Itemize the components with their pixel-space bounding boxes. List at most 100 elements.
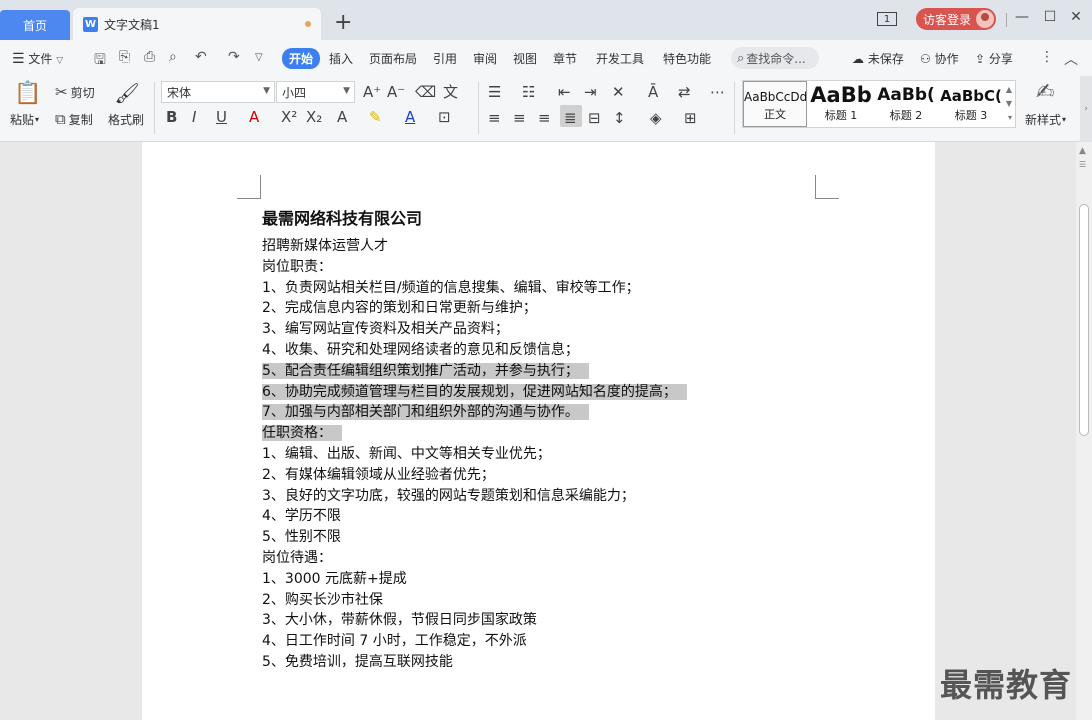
gallery-expand-icon[interactable]: ▾ xyxy=(1008,113,1012,122)
scroll-up-icon[interactable]: ▲ xyxy=(1006,85,1012,94)
align-right-icon[interactable]: ≡ xyxy=(538,109,551,127)
tab-home[interactable]: 首页 xyxy=(0,10,70,40)
visitor-login-label: 访客登录 xyxy=(923,12,972,27)
increase-indent-icon[interactable]: ⇥ xyxy=(584,83,597,101)
italic-icon[interactable]: I xyxy=(192,108,196,126)
menu-tab-start[interactable]: 开始 xyxy=(282,48,321,69)
doc-line: 招聘新媒体运营人才 xyxy=(262,238,388,254)
collaborate-label: 协作 xyxy=(934,52,959,66)
paste-button[interactable]: 粘贴 ▾ xyxy=(10,111,39,128)
new-style-icon[interactable]: ✍ xyxy=(1036,80,1054,105)
chinese-layout-icon[interactable]: ✕ xyxy=(612,83,625,101)
scroll-up-icon[interactable]: ▲ xyxy=(1079,146,1086,156)
ribbon-scroll-right-icon[interactable]: › xyxy=(1080,76,1092,142)
scroll-down-icon[interactable]: ▼ xyxy=(1006,99,1012,108)
borders-icon[interactable]: ⊞ xyxy=(684,109,697,127)
share-button[interactable]: ⇪ 分享 xyxy=(975,50,1013,67)
file-menu-label: 文件 xyxy=(28,52,53,66)
clear-format-icon[interactable]: ⌫ xyxy=(415,83,436,101)
print-preview-icon[interactable]: ⌕ xyxy=(169,49,177,65)
distribute-icon[interactable]: ⊟ xyxy=(588,109,601,127)
tab-document[interactable]: W 文字文稿1 xyxy=(73,8,321,40)
sort-icon[interactable]: Ā xyxy=(648,83,658,101)
doc-line: 4、学历不限 xyxy=(262,508,341,525)
collapse-ribbon-icon[interactable]: ︿ xyxy=(1064,49,1078,69)
scroll-page-up-icon[interactable]: ☰ xyxy=(1079,160,1086,169)
title-bar: 首页 W 文字文稿1 + 1 访客登录 — ☐ ✕ xyxy=(0,0,1092,40)
font-color-icon[interactable]: A xyxy=(405,108,415,126)
style-heading-3[interactable]: AaBbC( 标题 3 xyxy=(939,81,1003,127)
subscript-icon[interactable]: X₂ xyxy=(306,108,322,126)
phonetic-guide-icon[interactable]: 文 xyxy=(443,81,458,102)
doc-line: 3、良好的文字功底，较强的网站专题策划和信息采编能力； xyxy=(262,487,635,504)
strikethrough-icon[interactable]: A xyxy=(249,108,259,126)
export-icon[interactable]: ⎘ xyxy=(119,49,130,65)
paste-icon[interactable]: 📋 xyxy=(14,80,42,106)
selected-text: 任职资格： xyxy=(262,425,342,442)
ribbon-toolbar: 📋 粘贴 ▾ ✂ 剪切 ⧉ 复制 🖌 格式刷 宋体 ▼ 小四 ▼ A⁺ A⁻ ⌫… xyxy=(0,76,1092,142)
style-heading-2[interactable]: AaBb( 标题 2 xyxy=(874,81,938,127)
align-center-icon[interactable]: ≡ xyxy=(513,109,526,127)
highlight-icon[interactable]: ✎ xyxy=(369,108,382,126)
align-left-icon[interactable]: ≡ xyxy=(488,109,501,127)
document-canvas: 最需网络科技有限公司 招聘新媒体运营人才 岗位职责： 1、负责网站相关栏目/频道… xyxy=(0,142,1092,720)
document-body[interactable]: 最需网络科技有限公司 招聘新媒体运营人才 岗位职责： 1、负责网站相关栏目/频道… xyxy=(262,206,822,673)
minimize-icon[interactable]: — xyxy=(1012,9,1032,25)
font-name-select[interactable]: 宋体 ▼ xyxy=(161,81,275,103)
menu-tab-chapter[interactable]: 章节 xyxy=(553,50,577,67)
new-tab-icon[interactable]: + xyxy=(334,11,352,35)
unsaved-status[interactable]: ☁ 未保存 xyxy=(852,50,904,67)
grow-font-icon[interactable]: A⁺ xyxy=(363,83,381,101)
avatar-icon xyxy=(976,10,994,28)
menu-tab-review[interactable]: 审阅 xyxy=(473,50,497,67)
style-normal[interactable]: AaBbCcDd 正文 xyxy=(743,81,807,127)
vertical-scrollbar[interactable]: ▲ ☰ xyxy=(1076,142,1092,720)
share-icon: ⇪ xyxy=(975,52,986,66)
menu-tab-developer[interactable]: 开发工具 xyxy=(596,50,644,67)
underline-icon[interactable]: U xyxy=(216,108,227,126)
command-search[interactable]: ⌕ 查找命令... xyxy=(731,47,819,69)
format-painter-button[interactable]: 格式刷 xyxy=(108,111,144,128)
decrease-indent-icon[interactable]: ⇤ xyxy=(558,83,571,101)
font-size-select[interactable]: 小四 ▼ xyxy=(276,81,355,103)
visitor-login-button[interactable]: 访客登录 xyxy=(916,8,996,30)
doc-line: 岗位职责： xyxy=(262,258,332,275)
menu-tab-reference[interactable]: 引用 xyxy=(433,50,457,67)
doc-line: 1、负责网站相关栏目/频道的信息搜集、编辑、审校等工作； xyxy=(262,279,640,296)
superscript-icon[interactable]: X² xyxy=(281,108,297,126)
format-painter-label: 格式刷 xyxy=(108,113,145,127)
char-border-icon[interactable]: ⊡ xyxy=(438,108,451,126)
collaborate-button[interactable]: ⚇ 协作 xyxy=(920,50,959,67)
shading-icon[interactable]: ◈ xyxy=(650,109,662,127)
close-icon[interactable]: ✕ xyxy=(1066,9,1086,25)
bold-icon[interactable]: B xyxy=(166,108,177,126)
undo-icon[interactable]: ↶ xyxy=(195,49,207,65)
quick-access-more-icon[interactable]: ▽ xyxy=(255,52,263,63)
redo-icon[interactable]: ↷ xyxy=(228,49,240,65)
print-icon[interactable]: ⎙ xyxy=(144,49,155,65)
window-count-badge[interactable]: 1 xyxy=(877,12,897,26)
maximize-icon[interactable]: ☐ xyxy=(1040,9,1060,25)
text-effect-icon[interactable]: A xyxy=(337,108,347,126)
menu-tab-page-layout[interactable]: 页面布局 xyxy=(369,50,417,67)
justify-icon[interactable]: ≣ xyxy=(564,109,577,127)
menu-tab-special[interactable]: 特色功能 xyxy=(663,50,711,67)
text-direction-icon[interactable]: ⇄ xyxy=(678,83,691,101)
bullet-list-icon[interactable]: ☰ xyxy=(488,83,501,101)
line-spacing-icon[interactable]: ↕ xyxy=(613,109,626,127)
shrink-font-icon[interactable]: A⁻ xyxy=(387,83,405,101)
more-options-icon[interactable]: ⋮ xyxy=(1040,49,1054,65)
file-menu[interactable]: ☰ 文件 ▽ xyxy=(12,50,63,67)
cut-button[interactable]: ✂ 剪切 xyxy=(55,83,95,101)
menu-tab-view[interactable]: 视图 xyxy=(513,50,537,67)
menu-tab-insert[interactable]: 插入 xyxy=(329,50,353,67)
save-icon[interactable]: 🖫 xyxy=(94,49,106,73)
style-heading-1[interactable]: AaBb 标题 1 xyxy=(809,81,873,127)
brush-icon[interactable]: 🖌 xyxy=(114,80,139,106)
scrollbar-thumb[interactable] xyxy=(1079,204,1089,436)
numbered-list-icon[interactable]: ☷ xyxy=(522,83,535,101)
show-marks-icon[interactable]: ⋯ xyxy=(710,83,725,101)
copy-button[interactable]: ⧉ 复制 xyxy=(55,110,93,128)
new-style-button[interactable]: 新样式 ▾ xyxy=(1025,111,1066,128)
document-page[interactable]: 最需网络科技有限公司 招聘新媒体运营人才 岗位职责： 1、负责网站相关栏目/频道… xyxy=(142,142,935,720)
